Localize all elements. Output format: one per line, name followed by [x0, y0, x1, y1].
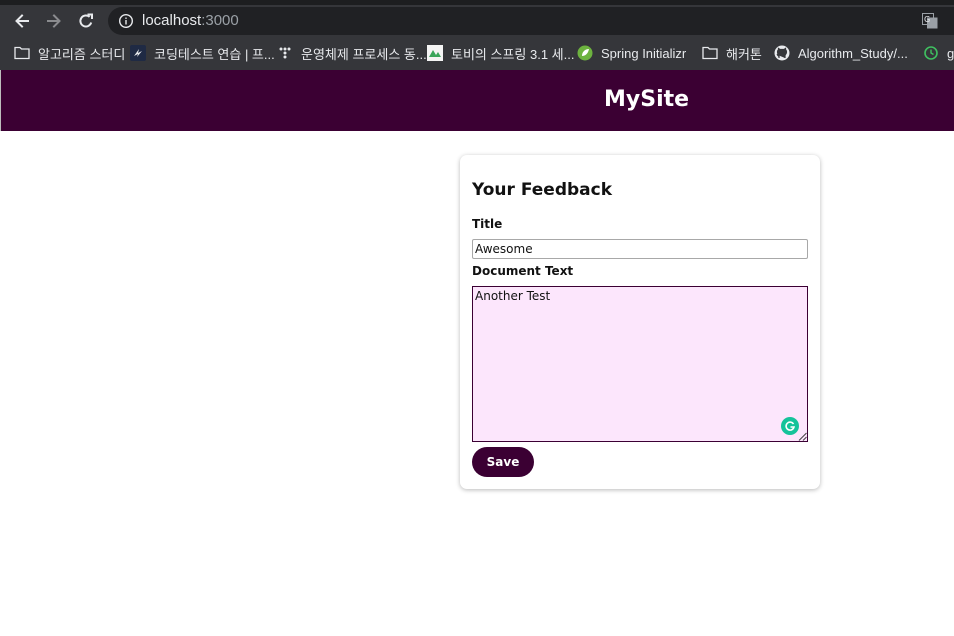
feedback-heading: Your Feedback	[472, 180, 613, 200]
bookmark-truncated[interactable]: g	[923, 36, 954, 70]
resize-handle-icon[interactable]	[798, 432, 807, 441]
bookmarks-bar: 알고리즘 스터디 코딩테스트 연습 | 프... 운영체제 프로세스 동... …	[0, 36, 954, 70]
browser-toolbar: localhost:3000 G	[0, 5, 954, 36]
folder-icon	[702, 45, 718, 61]
github-icon	[774, 45, 790, 61]
bookmark-label: 해커톤	[726, 46, 762, 62]
bookmark-algorithm-study[interactable]: Algorithm_Study/...	[774, 36, 908, 70]
folder-icon	[14, 45, 30, 61]
image-favicon-icon	[427, 45, 443, 61]
site-title[interactable]: MySite	[604, 87, 689, 112]
title-label: Title	[472, 217, 503, 231]
bookmark-folder-algorithm[interactable]: 알고리즘 스터디	[14, 36, 125, 70]
translate-icon[interactable]: G	[922, 13, 938, 29]
address-bar[interactable]: localhost:3000 G	[108, 7, 954, 35]
url-text: localhost:3000	[142, 12, 239, 29]
document-text-label: Document Text	[472, 264, 574, 278]
dots-favicon-icon	[277, 45, 293, 61]
grammarly-icon[interactable]	[781, 417, 799, 435]
spring-icon	[577, 45, 593, 61]
bookmark-spring-initializr[interactable]: Spring Initializr	[577, 36, 686, 70]
url-host: localhost	[142, 12, 202, 29]
bookmark-toby-spring[interactable]: 토비의 스프링 3.1 세...	[427, 36, 574, 70]
bookmark-coding-test[interactable]: 코딩테스트 연습 | 프...	[130, 36, 275, 70]
bookmark-label: g	[947, 45, 954, 61]
document-text-area[interactable]: Another Test	[472, 286, 808, 442]
url-port: :3000	[201, 12, 239, 29]
reload-button[interactable]	[74, 9, 98, 33]
save-button[interactable]: Save	[472, 447, 534, 477]
reload-icon	[79, 13, 93, 28]
bookmark-os-process[interactable]: 운영체제 프로세스 동...	[277, 36, 427, 70]
title-input[interactable]	[472, 239, 808, 259]
bookmark-folder-hackathon[interactable]: 해커톤	[702, 36, 762, 70]
bookmark-label: 토비의 스프링 3.1 세...	[451, 46, 575, 62]
back-button[interactable]	[10, 9, 34, 33]
arrow-left-icon	[15, 14, 29, 28]
svg-text:G: G	[924, 15, 930, 24]
bookmark-label: 코딩테스트 연습 | 프...	[154, 46, 275, 62]
arrow-right-icon	[47, 14, 61, 28]
info-icon[interactable]	[118, 13, 134, 29]
feedback-card: Your Feedback Title Document Text Anothe…	[460, 155, 820, 489]
bookmark-label: Algorithm_Study/...	[798, 45, 908, 61]
bookmark-label: 알고리즘 스터디	[38, 46, 126, 62]
site-header: MySite	[0, 70, 954, 131]
bookmark-label: 운영체제 프로세스 동...	[301, 46, 427, 62]
bookmark-label: Spring Initializr	[601, 45, 687, 61]
site-favicon-icon	[130, 45, 146, 61]
clock-favicon-icon	[923, 45, 939, 61]
forward-button[interactable]	[42, 9, 66, 33]
